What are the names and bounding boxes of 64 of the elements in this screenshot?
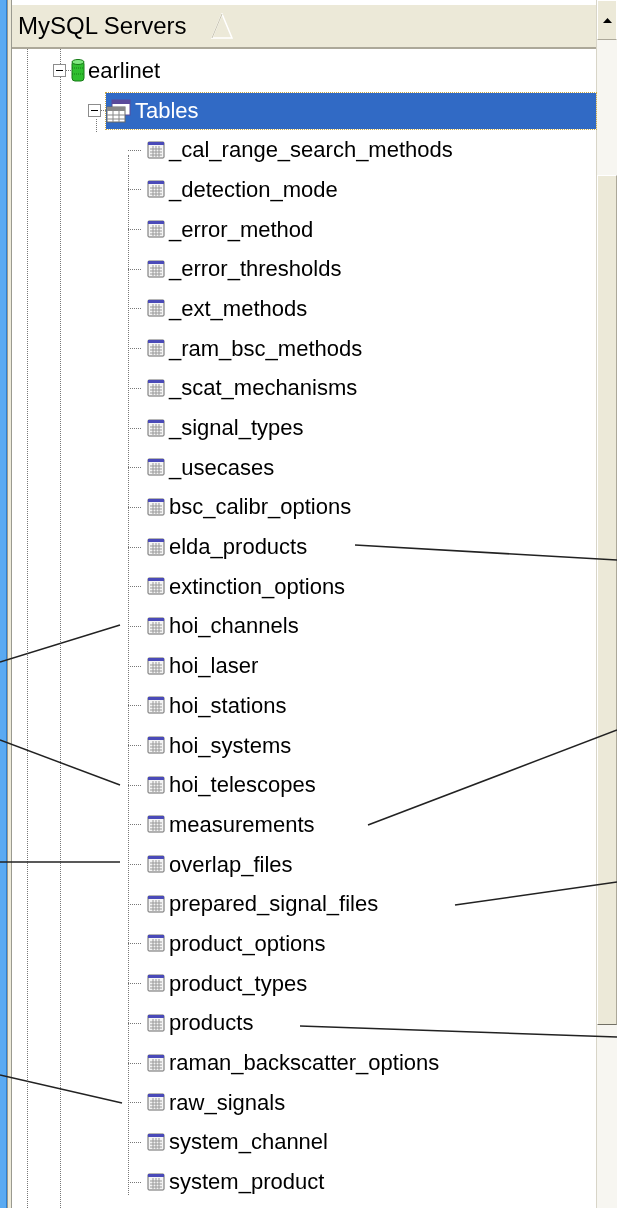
table-icon — [147, 736, 166, 756]
table-icon — [147, 418, 166, 438]
tree-item[interactable]: raw_signals — [147, 1084, 288, 1121]
tree-item[interactable]: extinction_options — [147, 568, 348, 605]
table-icon — [147, 855, 166, 875]
table-icon — [147, 656, 166, 676]
tree-item[interactable]: bsc_calibr_options — [147, 489, 354, 526]
column-header[interactable]: MySQL Servers — [12, 5, 596, 49]
scroll-up-button[interactable] — [597, 0, 617, 40]
tree-item[interactable]: _detection_mode — [147, 171, 340, 208]
tree-item[interactable]: hoi_stations — [147, 687, 289, 724]
table-icon — [147, 140, 166, 160]
tree-item[interactable]: hoi_systems — [147, 727, 294, 764]
tree-item[interactable]: hoi_laser — [147, 648, 261, 685]
tables-icon — [106, 98, 132, 123]
tree-item[interactable]: hoi_telescopes — [147, 767, 318, 804]
tree-item[interactable]: prepared_signal_files — [147, 886, 381, 923]
table-icon — [147, 1132, 166, 1152]
tree-item[interactable]: _scat_mechanisms — [147, 370, 360, 407]
tree-item[interactable]: overlap_files — [147, 846, 295, 883]
table-icon — [147, 696, 166, 716]
table-icon — [147, 537, 166, 557]
collapse-toggle[interactable] — [53, 64, 66, 78]
table-icon — [147, 577, 166, 597]
table-icon — [147, 616, 166, 636]
tree-item[interactable]: measurements — [147, 806, 317, 843]
table-icon — [147, 1172, 166, 1192]
table-icon — [147, 259, 166, 279]
tree-item[interactable]: _ext_methods — [147, 290, 310, 327]
table-icon — [147, 1013, 166, 1033]
tree-item[interactable]: system_channel — [147, 1124, 330, 1161]
table-icon — [147, 815, 166, 835]
table-icon — [147, 974, 166, 994]
tree-item[interactable]: product_types — [147, 965, 310, 1002]
tree-item[interactable]: Tables — [106, 92, 596, 129]
database-icon — [71, 57, 85, 84]
tree-item[interactable]: elda_products — [147, 529, 310, 566]
tree-item[interactable]: products — [147, 1005, 256, 1042]
table-icon — [147, 299, 166, 319]
table-icon — [147, 934, 166, 954]
tree-item[interactable]: hoi_channels — [147, 608, 301, 645]
collapse-toggle[interactable] — [88, 104, 101, 118]
tree-item[interactable]: earlinet — [71, 52, 163, 89]
tree-item[interactable]: _ram_bsc_methods — [147, 330, 365, 367]
sort-icon — [210, 13, 235, 39]
tree-item[interactable]: _error_method — [147, 211, 316, 248]
table-icon — [147, 220, 166, 240]
table-icon — [147, 180, 166, 200]
tree-item[interactable]: _usecases — [147, 449, 277, 486]
tree-item[interactable]: product_options — [147, 925, 328, 962]
table-icon — [147, 1053, 166, 1073]
table-icon — [147, 775, 166, 795]
table-icon — [147, 378, 166, 398]
table-icon — [147, 339, 166, 359]
tree-item[interactable]: _signal_types — [147, 410, 306, 447]
table-icon — [147, 497, 166, 517]
tree-item[interactable]: _error_thresholds — [147, 251, 344, 288]
tree-item[interactable]: raman_backscatter_options — [147, 1045, 442, 1082]
table-icon — [147, 458, 166, 478]
table-icon — [147, 894, 166, 914]
tree-item[interactable]: _cal_range_search_methods — [147, 132, 455, 169]
up-arrow-icon — [602, 17, 612, 23]
table-icon — [147, 1093, 166, 1113]
tree-item[interactable]: system_product — [147, 1164, 327, 1201]
